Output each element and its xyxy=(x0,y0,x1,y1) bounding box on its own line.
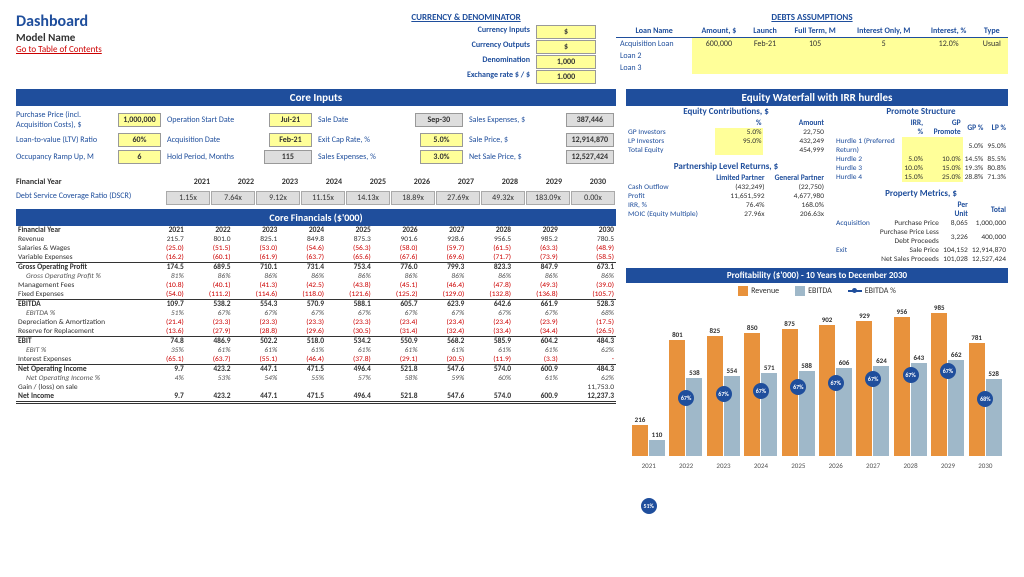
debts-header: DEBTS ASSUMPTIONS xyxy=(616,12,1008,23)
currency-input[interactable]: 1.000 xyxy=(536,70,596,84)
equity-waterfall-header: Equity Waterfall with IRR hurdles xyxy=(626,89,1008,106)
currency-input[interactable]: 1,000 xyxy=(536,55,596,69)
page-title: Dashboard xyxy=(16,12,316,31)
input-cell[interactable]: 1,000,000 xyxy=(118,113,161,127)
model-name: Model Name xyxy=(16,31,316,44)
property-metrics-header: Property Metrics, $ xyxy=(834,188,1008,199)
toc-link[interactable]: Go to Table of Contents xyxy=(16,44,102,55)
core-financials-header: Core Financials ($'000) xyxy=(16,209,616,226)
input-cell[interactable]: 6 xyxy=(118,150,161,164)
input-cell: 12,527,424 xyxy=(566,150,614,164)
equity-contrib-header: Equity Contributions, $ xyxy=(626,106,826,117)
input-cell[interactable]: Feb-21 xyxy=(269,133,312,147)
currency-input[interactable]: $ xyxy=(536,25,596,39)
promote-structure-table: IRR, %GP PromoteGP %LP %Hurdle 1 (Prefer… xyxy=(834,119,1008,182)
core-inputs-header: Core Inputs xyxy=(16,89,616,106)
currency-input[interactable]: $ xyxy=(536,40,596,54)
input-cell: 387,446 xyxy=(566,113,614,127)
profitability-chart: 51% 216 110 2021 67% 801 538 2022 67% 82… xyxy=(626,299,1008,474)
input-cell[interactable]: 60% xyxy=(118,133,161,147)
equity-contrib-table: %AmountGP Investors5.0%22,750LP Investor… xyxy=(626,119,826,155)
input-cell[interactable]: Jul-21 xyxy=(269,113,312,127)
currency-header: CURRENCY & DENOMINATOR xyxy=(336,12,596,23)
input-cell: 12,914,870 xyxy=(566,133,614,147)
chart-title: Profitability ($'000) - 10 Years to Dece… xyxy=(626,268,1008,283)
input-cell: Sep-30 xyxy=(415,113,463,127)
promote-structure-header: Promote Structure xyxy=(834,106,1008,117)
partnership-returns-header: Partnership Level Returns, $ xyxy=(626,161,826,172)
input-cell[interactable]: 3.0% xyxy=(420,150,463,164)
core-financials-table: Financial Year20212022202320242025202620… xyxy=(16,226,616,404)
partnership-returns-table: Limited PartnerGeneral PartnerCash Outfl… xyxy=(626,174,826,219)
input-cell: 115 xyxy=(264,150,312,164)
chart-legend: Revenue EBITDA EBITDA % xyxy=(626,283,1008,299)
input-cell[interactable]: 5.0% xyxy=(420,133,463,147)
property-metrics-table: Per UnitTotalAcquisitionPurchase Price8,… xyxy=(834,201,1008,264)
debts-table: Loan NameAmount, $LaunchFull Term, MInte… xyxy=(616,25,1008,74)
